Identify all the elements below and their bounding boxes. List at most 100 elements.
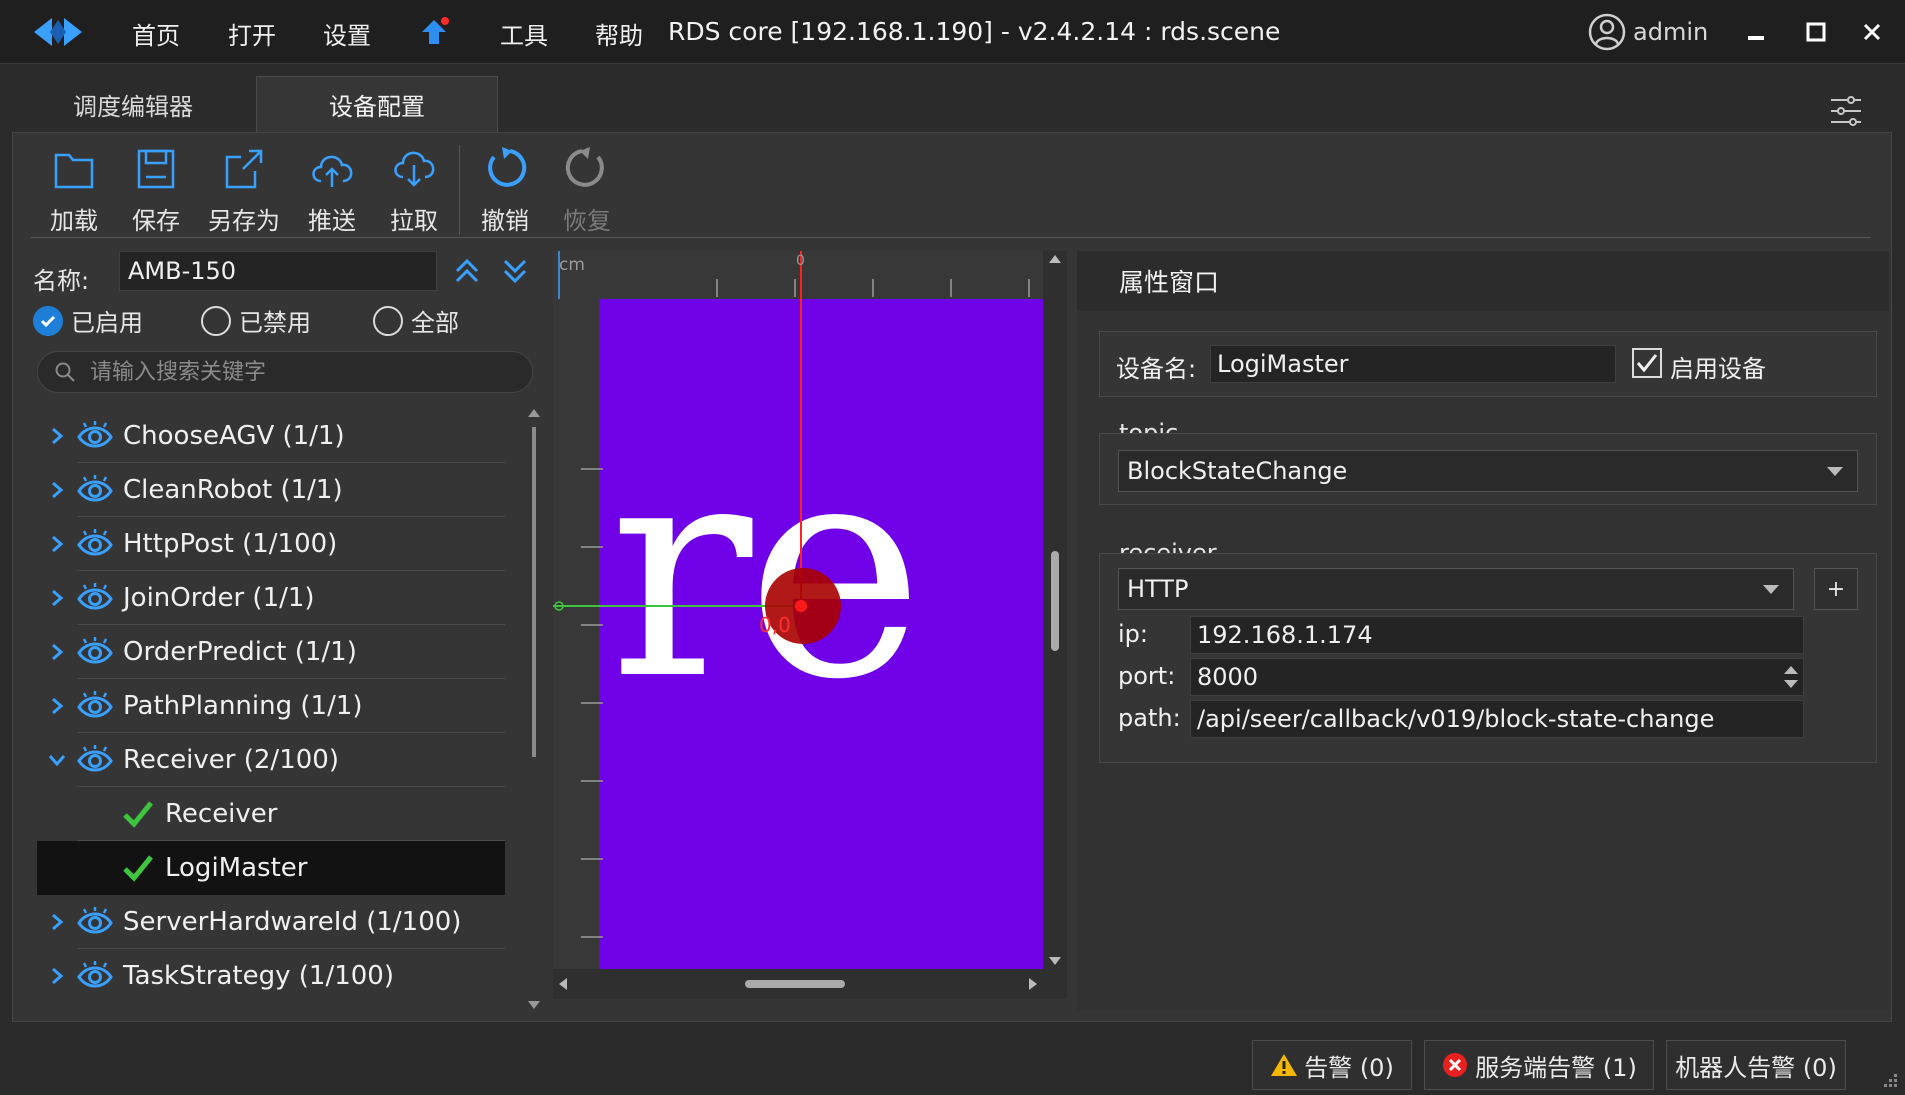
toolbar-divider <box>31 237 1871 238</box>
expand-all-icon[interactable] <box>499 255 531 287</box>
eye-icon[interactable] <box>77 529 113 559</box>
chevron-right-icon[interactable] <box>37 571 77 625</box>
chevron-right-icon[interactable] <box>37 517 77 571</box>
tree-item-receiver-group[interactable]: Receiver (2/100) <box>37 733 505 787</box>
cloud-upload-icon <box>312 155 353 187</box>
canvas-horizontal-scrollbar[interactable] <box>553 969 1043 999</box>
chevron-right-icon[interactable] <box>37 895 77 949</box>
properties-header: 属性窗口 <box>1077 251 1889 311</box>
error-icon <box>1443 1053 1468 1077</box>
tree-item-httppost[interactable]: HttpPost (1/100) <box>37 517 505 571</box>
menu-settings[interactable]: 设置 <box>323 16 371 51</box>
search-icon <box>55 362 75 382</box>
close-icon <box>1863 23 1881 41</box>
upload-arrow-icon[interactable] <box>420 16 450 48</box>
path-input[interactable] <box>1190 700 1804 738</box>
save-icon <box>137 149 175 189</box>
eye-icon[interactable] <box>77 745 113 775</box>
port-input[interactable] <box>1190 658 1804 696</box>
check-icon <box>123 801 153 828</box>
save-as-button[interactable]: 另存为 <box>197 139 291 239</box>
menu-home[interactable]: 首页 <box>132 16 180 51</box>
device-list-panel: 名称: 已启用 已禁用 全部 <box>33 251 553 1011</box>
check-icon <box>123 855 153 882</box>
filter-enabled-radio[interactable]: 已启用 <box>33 303 143 338</box>
alarm-button[interactable]: 告警 (0) <box>1252 1040 1412 1090</box>
close-button[interactable] <box>1852 14 1892 50</box>
server-alarm-button[interactable]: 服务端告警 (1) <box>1424 1040 1654 1090</box>
tab-device-config[interactable]: 设备配置 <box>256 76 498 132</box>
device-name-input[interactable] <box>1210 345 1616 383</box>
eye-icon[interactable] <box>77 961 113 991</box>
tree-item-orderpredict[interactable]: OrderPredict (1/1) <box>37 625 505 679</box>
tree-item-receiver[interactable]: Receiver <box>37 787 505 841</box>
checkmark-icon <box>1636 354 1658 373</box>
chevron-right-icon[interactable] <box>37 625 77 679</box>
save-button[interactable]: 保存 <box>115 139 197 239</box>
user-menu[interactable]: admin <box>1587 12 1708 52</box>
scene-canvas[interactable]: re cm 0 0,0 <box>553 251 1067 999</box>
undo-icon <box>488 147 527 187</box>
ip-input[interactable] <box>1190 616 1804 654</box>
menu-help[interactable]: 帮助 <box>595 16 643 51</box>
tree-item-taskstrategy[interactable]: TaskStrategy (1/100) <box>37 949 505 1003</box>
maximize-icon <box>1806 22 1826 42</box>
pull-button[interactable]: 拉取 <box>373 139 455 239</box>
app-logo-icon <box>34 18 82 46</box>
tree-scrollbar[interactable] <box>527 409 541 1009</box>
port-spinner-icon[interactable] <box>1782 662 1800 692</box>
minimize-button[interactable] <box>1736 14 1776 50</box>
undo-button[interactable]: 撤销 <box>464 139 546 239</box>
filter-all-radio[interactable]: 全部 <box>373 303 459 338</box>
chevron-down-icon[interactable] <box>37 733 77 787</box>
tree-item-pathplanning[interactable]: PathPlanning (1/1) <box>37 679 505 733</box>
enable-device-label: 启用设备 <box>1670 355 1766 383</box>
chevron-right-icon[interactable] <box>37 463 77 517</box>
status-bar: 告警 (0) 服务端告警 (1) 机器人告警 (0) <box>0 1022 1905 1095</box>
eye-icon[interactable] <box>77 583 113 613</box>
tab-bar: 调度编辑器 设备配置 <box>0 64 1905 132</box>
device-name-group: 设备名: 启用设备 <box>1099 331 1877 397</box>
enable-device-checkbox[interactable] <box>1632 348 1662 378</box>
menu-open[interactable]: 打开 <box>228 16 276 51</box>
name-input[interactable] <box>119 251 437 291</box>
chevron-right-icon[interactable] <box>37 409 77 463</box>
tab-dispatch-editor[interactable]: 调度编辑器 <box>12 76 254 132</box>
cloud-download-icon <box>394 151 435 187</box>
collapse-all-icon[interactable] <box>451 255 483 287</box>
eye-icon[interactable] <box>77 475 113 505</box>
eye-icon[interactable] <box>77 691 113 721</box>
receiver-type-select[interactable]: HTTP <box>1118 568 1794 610</box>
tree-item-chooseagv[interactable]: ChooseAGV (1/1) <box>37 409 505 463</box>
eye-icon[interactable] <box>77 637 113 667</box>
sliders-icon[interactable] <box>1829 94 1863 128</box>
ip-label: ip: <box>1118 620 1148 648</box>
status-filter: 已启用 已禁用 全部 <box>33 303 553 343</box>
tree-item-logimaster[interactable]: LogiMaster <box>37 841 505 895</box>
load-button[interactable]: 加载 <box>33 139 115 239</box>
add-receiver-button[interactable]: + <box>1814 568 1858 610</box>
filter-disabled-radio[interactable]: 已禁用 <box>201 303 311 338</box>
redo-button[interactable]: 恢复 <box>546 139 628 239</box>
search-input[interactable] <box>90 359 510 385</box>
properties-panel: 属性窗口 设备名: 启用设备 topic BlockStateChange re… <box>1077 251 1889 1011</box>
chevron-right-icon[interactable] <box>37 679 77 733</box>
push-button[interactable]: 推送 <box>291 139 373 239</box>
radio-checked-icon <box>33 305 63 336</box>
menu-tools[interactable]: 工具 <box>500 16 548 51</box>
tree-item-cleanrobot[interactable]: CleanRobot (1/1) <box>37 463 505 517</box>
chevron-right-icon[interactable] <box>37 949 77 1003</box>
canvas-viewport[interactable]: re cm 0 0,0 <box>553 251 1043 969</box>
tree-item-joinorder[interactable]: JoinOrder (1/1) <box>37 571 505 625</box>
robot-alarm-button[interactable]: 机器人告警 (0) <box>1666 1040 1846 1090</box>
maximize-button[interactable] <box>1796 14 1836 50</box>
eye-icon[interactable] <box>77 421 113 451</box>
receiver-group: HTTP + ip: port: path: <box>1099 553 1877 763</box>
search-box <box>37 351 533 393</box>
eye-icon[interactable] <box>77 907 113 937</box>
topic-select[interactable]: BlockStateChange <box>1118 450 1858 492</box>
canvas-vertical-scrollbar[interactable] <box>1043 251 1067 969</box>
toolbar: 加载 保存 另存为 推送 拉取 撤销 恢复 <box>33 139 628 239</box>
resize-grip-icon[interactable] <box>1880 1070 1900 1090</box>
tree-item-serverhardwareid[interactable]: ServerHardwareId (1/100) <box>37 895 505 949</box>
